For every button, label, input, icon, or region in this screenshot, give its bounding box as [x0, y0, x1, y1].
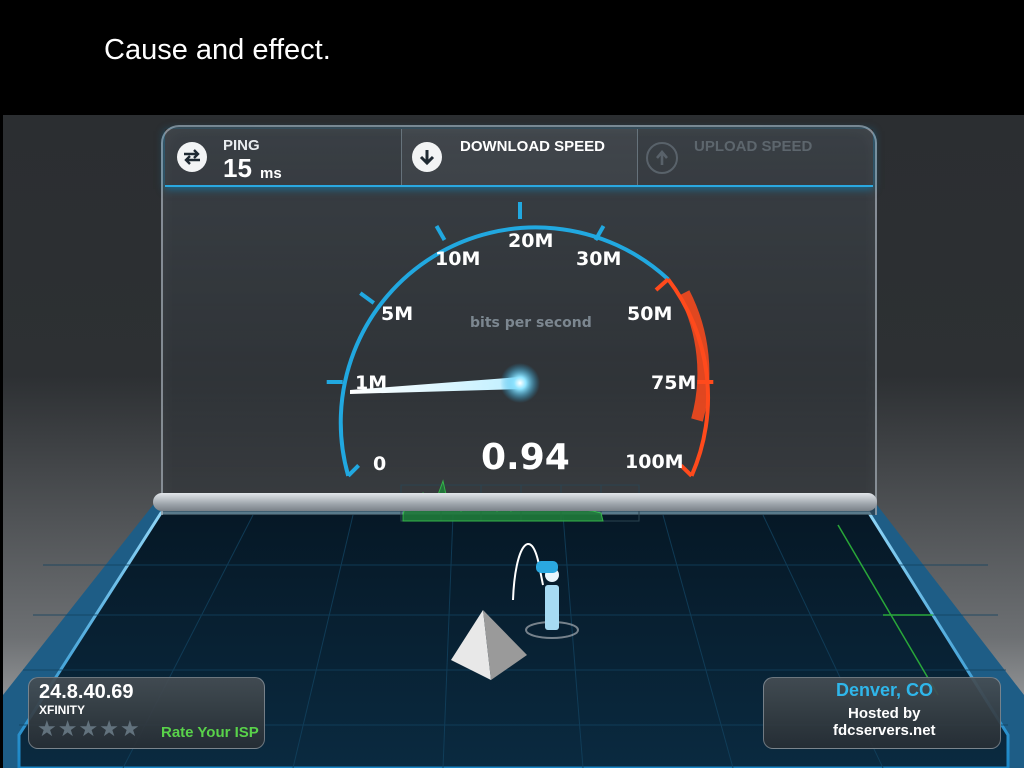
slide-title: Cause and effect.	[104, 34, 331, 66]
ip-address: 24.8.40.69	[39, 681, 134, 703]
tick-label-0: 0	[373, 453, 386, 475]
isp-rating-stars[interactable]: ★ ★ ★ ★ ★	[37, 719, 140, 741]
tick-label-100m: 100M	[625, 451, 684, 473]
tick-label-75m: 75M	[651, 372, 696, 394]
tick-label-20m: 20M	[508, 230, 553, 252]
unit-label: bits per second	[470, 315, 592, 331]
star-icon[interactable]: ★	[78, 719, 98, 741]
glass-ledge	[153, 493, 877, 511]
tick-label-10m: 10M	[435, 248, 480, 270]
server-host[interactable]: fdcservers.net	[833, 722, 936, 739]
star-icon[interactable]: ★	[37, 719, 57, 741]
speed-readout: 0.94	[481, 437, 570, 478]
tick-label-30m: 30M	[576, 248, 621, 270]
server-city[interactable]: Denver, CO	[836, 680, 933, 701]
gauge-hub	[500, 363, 540, 403]
rate-isp-link[interactable]: Rate Your ISP	[161, 724, 259, 741]
isp-name: XFINITY	[39, 703, 86, 717]
star-icon[interactable]: ★	[58, 719, 78, 741]
star-icon[interactable]: ★	[120, 719, 140, 741]
hosted-by-label: Hosted by	[848, 705, 921, 722]
gauge-ticks	[326, 202, 606, 478]
star-icon[interactable]: ★	[99, 719, 119, 741]
tick-label-5m: 5M	[381, 303, 413, 325]
speedtest-screenshot: PING 15 ms DOWNLOAD SPEED UPLOAD SPEED 0…	[3, 115, 1024, 768]
tick-label-50m: 50M	[627, 303, 672, 325]
